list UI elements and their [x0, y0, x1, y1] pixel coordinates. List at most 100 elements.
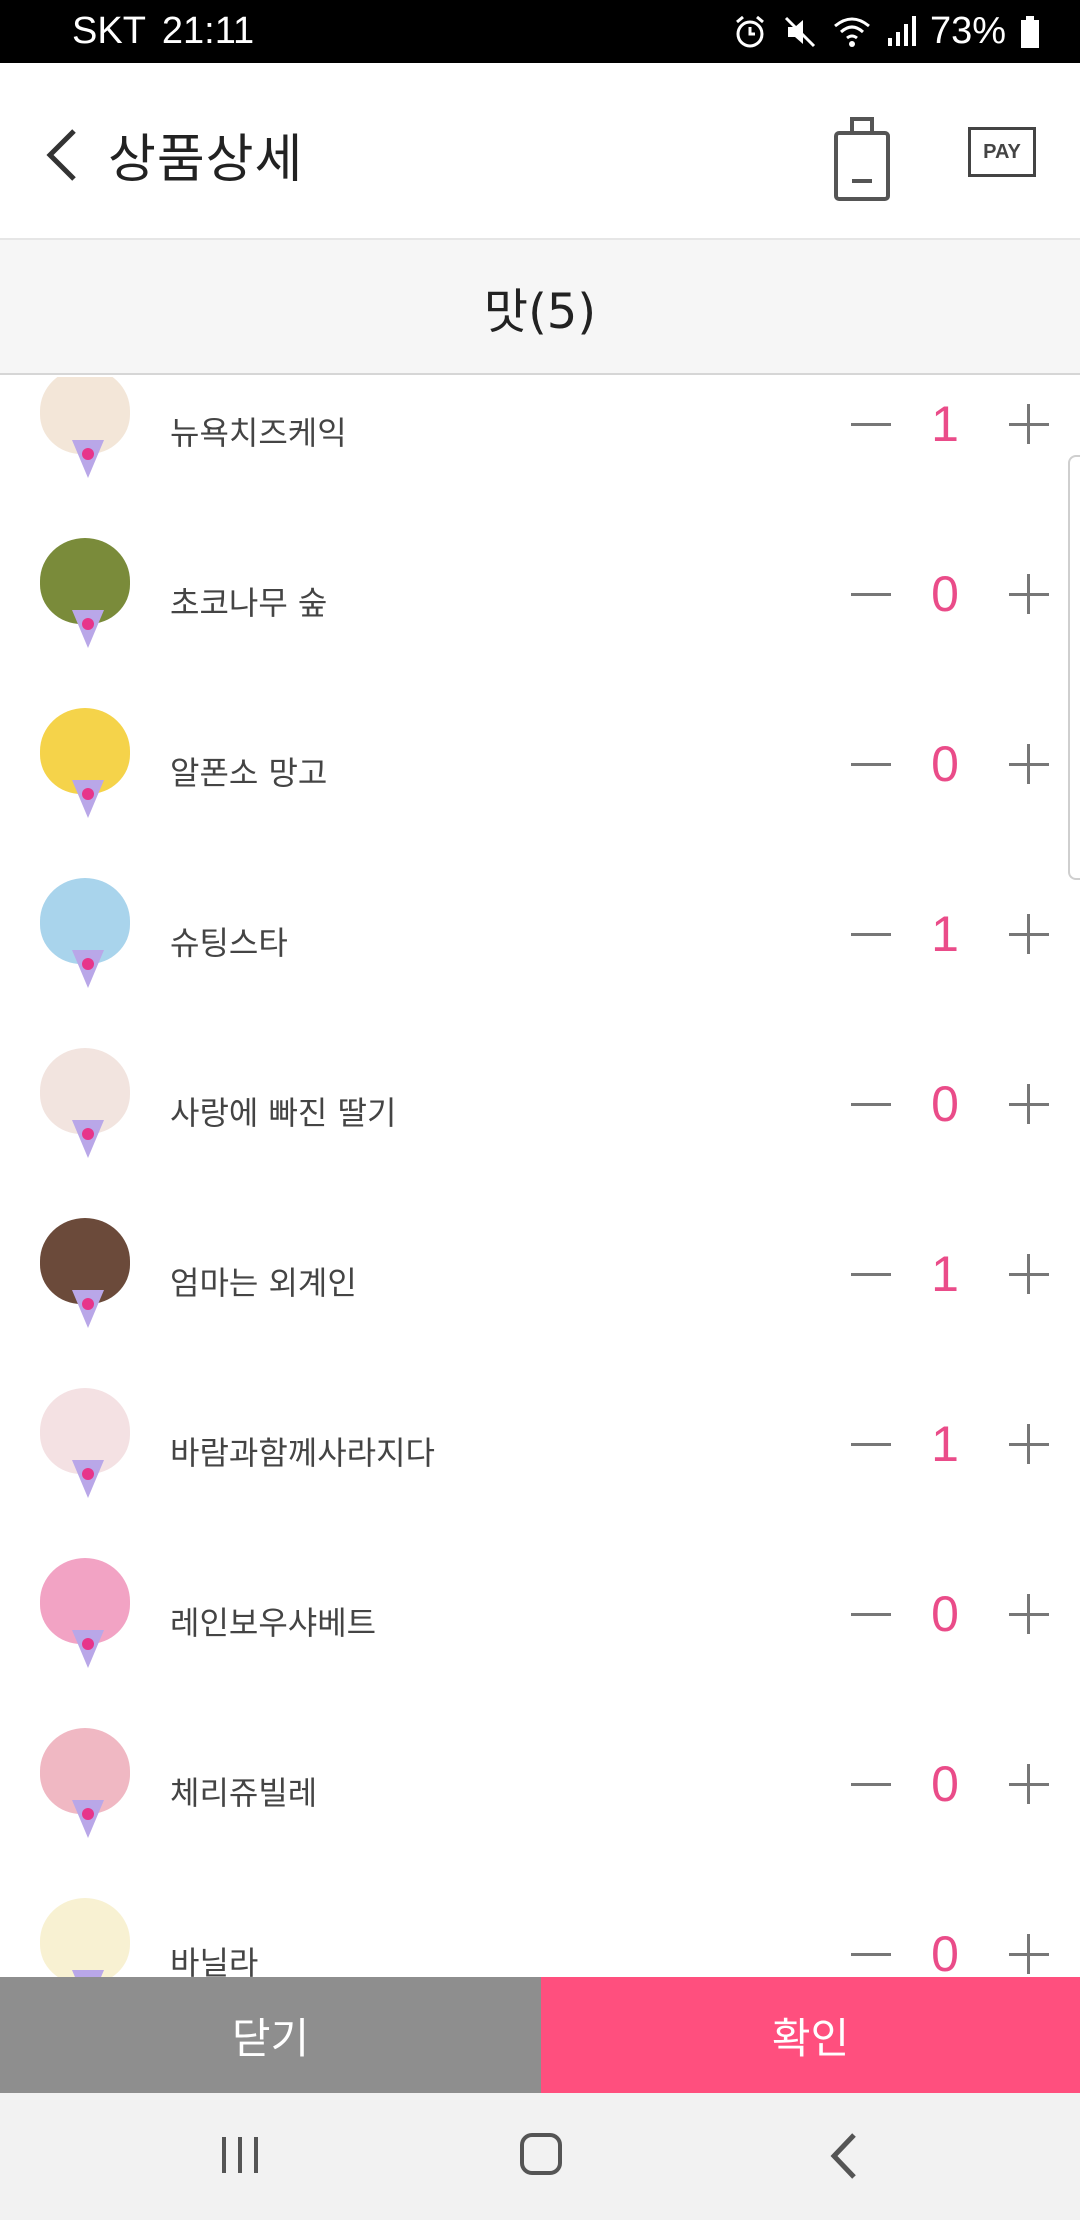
quantity-value: 1: [931, 396, 959, 452]
flavor-name: 슈팅스타: [170, 924, 288, 962]
pay-button[interactable]: PAY: [968, 127, 1036, 177]
flavor-name: 레인보우샤베트: [170, 1604, 377, 1642]
flavor-row: 레인보우샤베트 0: [0, 1558, 1080, 1730]
back-button[interactable]: [38, 121, 86, 189]
back-icon[interactable]: [826, 2131, 862, 2181]
cone-logo: [82, 1128, 94, 1140]
back-arrow-icon: [46, 129, 76, 181]
flavor-image: [36, 1388, 136, 1504]
flavor-row: 초코나무 숲 0: [0, 538, 1080, 710]
flavor-row: 바닐라 0: [0, 1898, 1080, 1977]
flavor-row: 뉴욕치즈케익 1: [0, 377, 1080, 540]
quantity-value: 0: [931, 736, 959, 792]
cone-logo: [82, 958, 94, 970]
plus-icon[interactable]: [1003, 1244, 1053, 1304]
flavor-image: [36, 538, 136, 654]
flavor-row: 체리쥬빌레 0: [0, 1728, 1080, 1900]
flavor-row: 엄마는 외계인 1: [0, 1218, 1080, 1390]
cone-logo: [82, 448, 94, 460]
wifi-icon: [832, 14, 872, 50]
ice-cream-cone: [72, 1970, 104, 1977]
recent-apps-icon[interactable]: [218, 2135, 262, 2175]
minus-icon[interactable]: [845, 904, 895, 964]
home-icon[interactable]: [520, 2133, 562, 2175]
flavor-row: 슈팅스타 1: [0, 878, 1080, 1050]
minus-icon[interactable]: [845, 1244, 895, 1304]
section-title: 맛(5): [483, 283, 597, 340]
minus-icon[interactable]: [845, 1414, 895, 1474]
carrier-label: SKT: [72, 10, 146, 52]
quantity-stepper: 0: [845, 1924, 1055, 1977]
quantity-value: 1: [931, 1246, 959, 1302]
bottom-action-bar: 닫기 확인: [0, 1977, 1080, 2093]
quantity-value: 0: [931, 566, 959, 622]
quantity-value: 0: [931, 1586, 959, 1642]
battery-icon: [1020, 14, 1040, 50]
quantity-value: 0: [931, 1076, 959, 1132]
app-header: 상품상세 PAY: [0, 63, 1080, 240]
quantity-stepper: 0: [845, 564, 1055, 624]
quantity-value: 1: [931, 1416, 959, 1472]
quantity-value: 1: [931, 906, 959, 962]
flavor-list[interactable]: 뉴욕치즈케익 1 초코나무 숲 0 알폰소 망고 0 슈팅스타 1 사랑에 빠진 딸기 0 엄마는 …: [0, 377, 1080, 1977]
cone-logo: [82, 1468, 94, 1480]
minus-icon[interactable]: [845, 1584, 895, 1644]
minus-icon[interactable]: [845, 1074, 895, 1134]
flavor-name: 뉴욕치즈케익: [170, 414, 347, 452]
mute-icon: [782, 14, 818, 50]
scroll-handle[interactable]: [1068, 455, 1080, 880]
quantity-stepper: 1: [845, 1414, 1055, 1474]
flavor-image: [36, 1218, 136, 1334]
clock: 21:11: [161, 10, 255, 52]
plus-icon[interactable]: [1003, 1754, 1053, 1814]
quantity-value: 0: [931, 1756, 959, 1812]
flavor-image: [36, 377, 136, 484]
plus-icon[interactable]: [1003, 394, 1053, 454]
minus-icon[interactable]: [845, 564, 895, 624]
flavor-image: [36, 1048, 136, 1164]
flavor-name: 사랑에 빠진 딸기: [170, 1094, 397, 1132]
alarm-icon: [732, 14, 768, 50]
flavor-section-header: 맛(5): [0, 240, 1080, 375]
cone-logo: [82, 1298, 94, 1310]
flavor-name: 바람과함께사라지다: [170, 1434, 435, 1472]
plus-icon[interactable]: [1003, 564, 1053, 624]
plus-icon[interactable]: [1003, 1584, 1053, 1644]
flavor-row: 알폰소 망고 0: [0, 708, 1080, 880]
minus-icon[interactable]: [845, 1754, 895, 1814]
battery-percent: 73%: [929, 10, 1006, 52]
cone-logo: [82, 1638, 94, 1650]
flavor-image: [36, 708, 136, 824]
quantity-stepper: 1: [845, 1244, 1055, 1304]
plus-icon[interactable]: [1003, 904, 1053, 964]
flavor-row: 바람과함께사라지다 1: [0, 1388, 1080, 1560]
flavor-image: [36, 1898, 136, 1977]
confirm-button[interactable]: 확인: [541, 1977, 1080, 2093]
flavor-name: 바닐라: [170, 1944, 259, 1977]
cone-logo: [82, 618, 94, 630]
plus-icon[interactable]: [1003, 1074, 1053, 1134]
plus-icon[interactable]: [1003, 1414, 1053, 1474]
close-button[interactable]: 닫기: [0, 1977, 541, 2093]
minus-icon[interactable]: [845, 1924, 895, 1977]
plus-icon[interactable]: [1003, 734, 1053, 794]
flavor-image: [36, 878, 136, 994]
signal-icon: [886, 14, 916, 50]
quantity-stepper: 1: [845, 394, 1055, 454]
ice-cream-scoop: [40, 1898, 130, 1977]
quantity-stepper: 0: [845, 1074, 1055, 1134]
cone-logo: [82, 788, 94, 800]
quantity-stepper: 1: [845, 904, 1055, 964]
minus-icon[interactable]: [845, 734, 895, 794]
flavor-name: 초코나무 숲: [170, 584, 328, 622]
shopping-bag-button[interactable]: [830, 111, 894, 207]
flavor-image: [36, 1558, 136, 1674]
flavor-name: 체리쥬빌레: [170, 1774, 318, 1812]
minus-icon[interactable]: [845, 394, 895, 454]
flavor-name: 엄마는 외계인: [170, 1264, 357, 1302]
plus-icon[interactable]: [1003, 1924, 1053, 1977]
status-bar: SKT 21:11 73%: [0, 0, 1080, 63]
quantity-stepper: 0: [845, 1584, 1055, 1644]
flavor-image: [36, 1728, 136, 1844]
flavor-row: 사랑에 빠진 딸기 0: [0, 1048, 1080, 1220]
